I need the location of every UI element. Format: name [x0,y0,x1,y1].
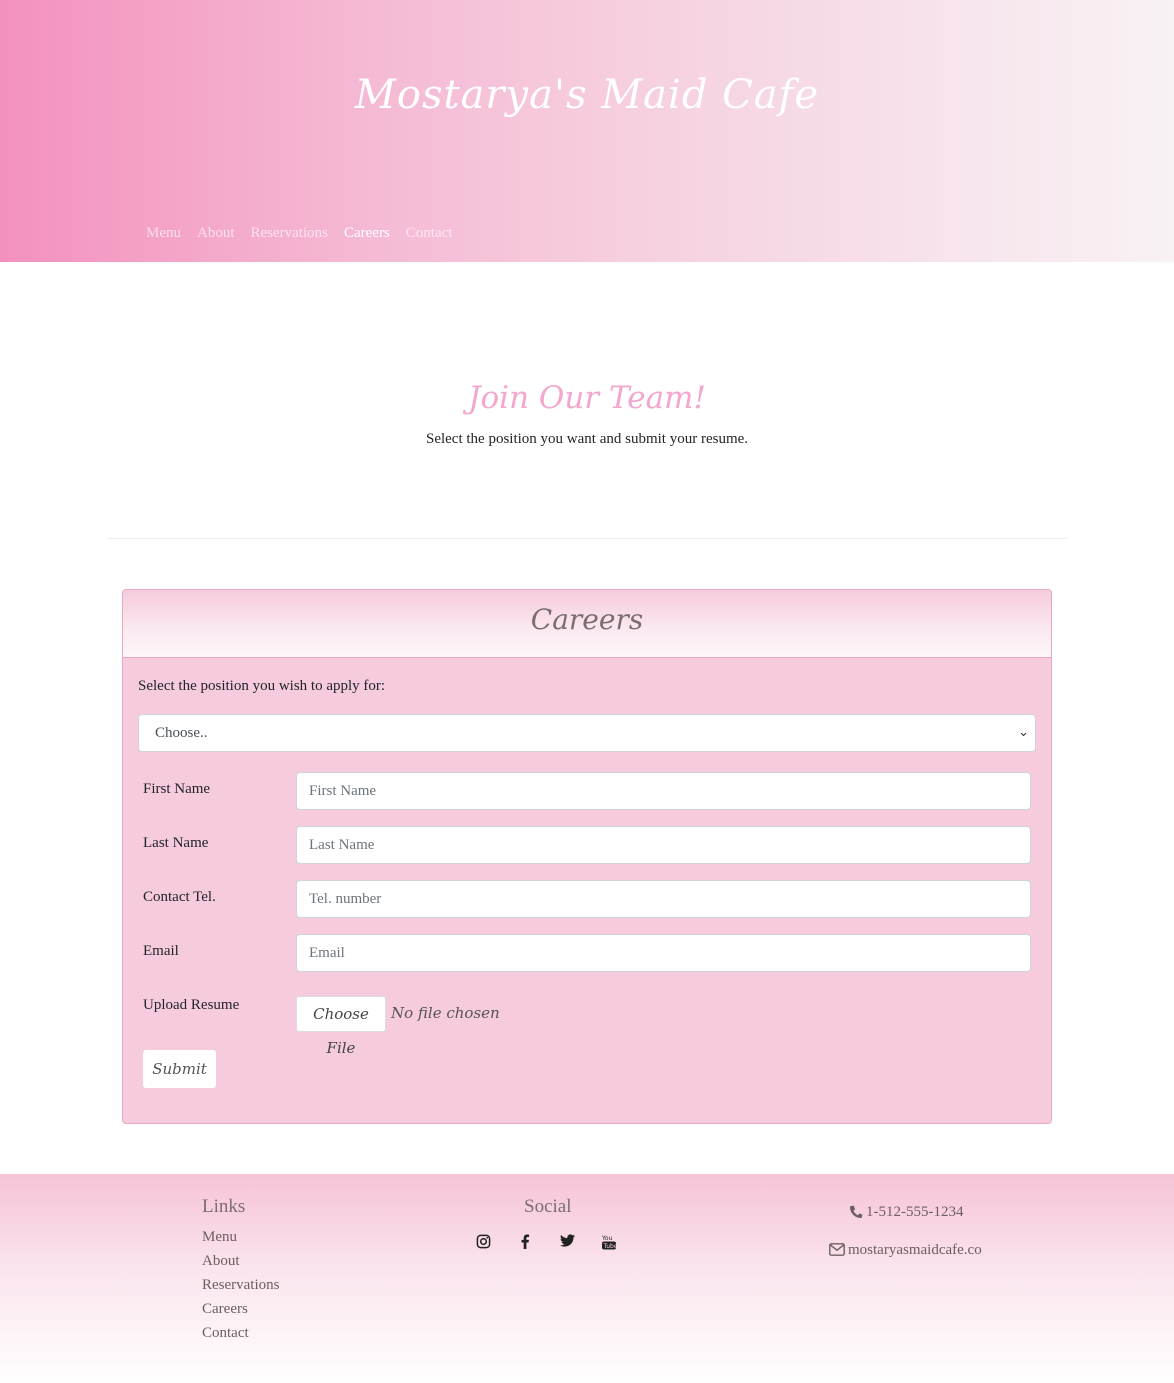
social-icons: You Tube [472,1234,640,1256]
position-select-label: Select the position you wish to apply fo… [138,678,386,694]
file-status: No file chosen [391,1004,500,1022]
footer-links: Menu About Reservations Careers Contact [202,1229,279,1349]
position-select-value: Choose.. [155,725,208,741]
twitter-icon[interactable] [556,1234,578,1256]
tel-row: Contact Tel. Tel. number [143,880,1031,918]
nav-menu[interactable]: Menu [146,225,181,242]
footer-phone: 1-512-555-1234 [850,1204,964,1221]
upload-label: Upload Resume [143,997,240,1013]
phone-icon [850,1205,863,1219]
nav-careers[interactable]: Careers [344,225,390,242]
first-name-input[interactable]: First Name [296,772,1031,810]
envelope-icon [829,1243,845,1256]
footer-link-menu[interactable]: Menu [202,1229,279,1253]
email-address: mostaryasmaidcafe.co [848,1242,982,1258]
email-label: Email [143,943,179,959]
page-title: Join Our Team! [468,380,706,416]
first-name-row: First Name First Name [143,772,1031,810]
last-name-label: Last Name [143,835,209,851]
footer-link-contact[interactable]: Contact [202,1325,279,1349]
tel-input[interactable]: Tel. number [296,880,1031,918]
tel-label: Contact Tel. [143,889,216,905]
footer-social-title: Social [524,1196,572,1217]
footer-link-careers[interactable]: Careers [202,1301,279,1325]
footer-email: mostaryasmaidcafe.co [829,1242,982,1259]
submit-button[interactable]: Submit [143,1050,216,1088]
footer-link-about[interactable]: About [202,1253,279,1277]
careers-form: Select the position you wish to apply fo… [123,658,1051,1123]
first-name-label: First Name [143,781,211,797]
svg-text:You: You [602,1235,613,1242]
card-title: Careers [123,590,1051,658]
footer-link-reservations[interactable]: Reservations [202,1277,279,1301]
site-footer: Links Menu About Reservations Careers Co… [0,1174,1174,1383]
nav-reservations[interactable]: Reservations [251,225,328,242]
instagram-icon[interactable] [472,1234,494,1256]
youtube-icon[interactable]: You Tube [598,1234,620,1256]
phone-number: 1-512-555-1234 [866,1204,964,1220]
email-input[interactable]: Email [296,934,1031,972]
last-name-input[interactable]: Last Name [296,826,1031,864]
position-select[interactable]: Choose.. ⌄ [138,714,1036,752]
nav-about[interactable]: About [197,225,235,242]
email-row: Email Email [143,934,1031,972]
careers-card: Careers Select the position you wish to … [122,589,1052,1124]
facebook-icon[interactable] [514,1234,536,1256]
choose-file-button[interactable]: Choose File [296,996,386,1057]
last-name-row: Last Name Last Name [143,826,1031,864]
footer-links-title: Links [202,1196,246,1217]
chevron-down-icon: ⌄ [1018,725,1029,740]
main-nav: Menu About Reservations Careers Contact [146,225,468,242]
divider [108,538,1067,539]
site-title: Mostarya's Maid Cafe [354,72,820,118]
nav-contact[interactable]: Contact [406,225,453,242]
site-header: Mostarya's Maid Cafe Menu About Reservat… [0,0,1174,262]
svg-text:Tube: Tube [603,1243,617,1250]
page-subtitle: Select the position you want and submit … [425,431,749,447]
upload-row: Upload Resume Choose File No file chosen [143,996,1031,1057]
